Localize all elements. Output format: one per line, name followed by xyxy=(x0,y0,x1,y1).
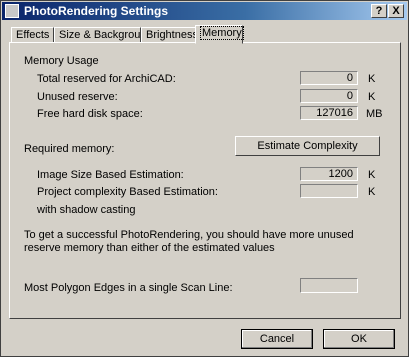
total-reserved-value: 0 xyxy=(300,71,358,85)
memory-usage-title: Memory Usage xyxy=(24,55,99,67)
ok-button[interactable]: OK xyxy=(323,329,395,349)
app-icon xyxy=(5,4,19,18)
info-text: To get a successful PhotoRendering, you … xyxy=(24,229,354,254)
project-complexity-unit: K xyxy=(368,186,376,198)
tab-memory[interactable]: Memory xyxy=(195,25,244,44)
close-button[interactable]: X xyxy=(388,4,404,18)
unused-reserve-value: 0 xyxy=(300,89,358,103)
window-title: PhotoRendering Settings xyxy=(24,4,168,18)
total-reserved-label: Total reserved for ArchiCAD: xyxy=(37,73,176,85)
unused-reserve-unit: K xyxy=(368,91,376,103)
unused-reserve-label: Unused reserve: xyxy=(37,91,118,103)
tab-effects[interactable]: Effects xyxy=(11,27,54,43)
free-disk-unit: MB xyxy=(366,108,383,120)
project-complexity-label: Project complexity Based Estimation: xyxy=(37,186,218,198)
polygon-edges-label: Most Polygon Edges in a single Scan Line… xyxy=(24,282,233,294)
total-reserved-unit: K xyxy=(368,73,376,85)
tab-size-background[interactable]: Size & Background xyxy=(54,27,153,43)
free-disk-value: 127016 xyxy=(300,106,358,120)
required-memory-label: Required memory: xyxy=(24,143,115,155)
image-size-estimation-unit: K xyxy=(368,169,376,181)
settings-dialog: PhotoRendering Settings ? X Effects Size… xyxy=(0,0,409,357)
tab-brightness[interactable]: Brightness xyxy=(141,27,198,43)
cancel-button[interactable]: Cancel xyxy=(241,329,313,349)
free-disk-label: Free hard disk space: xyxy=(37,108,143,120)
title-bar: PhotoRendering Settings ? X xyxy=(2,2,407,20)
help-button[interactable]: ? xyxy=(371,4,387,18)
shadow-casting-note: with shadow casting xyxy=(37,204,136,216)
project-complexity-value xyxy=(300,184,358,198)
estimate-complexity-button[interactable]: Estimate Complexity xyxy=(235,136,380,156)
memory-panel: Memory Usage Total reserved for ArchiCAD… xyxy=(9,42,401,319)
image-size-estimation-value: 1200 xyxy=(300,167,358,181)
polygon-edges-value xyxy=(300,278,358,293)
image-size-estimation-label: Image Size Based Estimation: xyxy=(37,169,184,181)
